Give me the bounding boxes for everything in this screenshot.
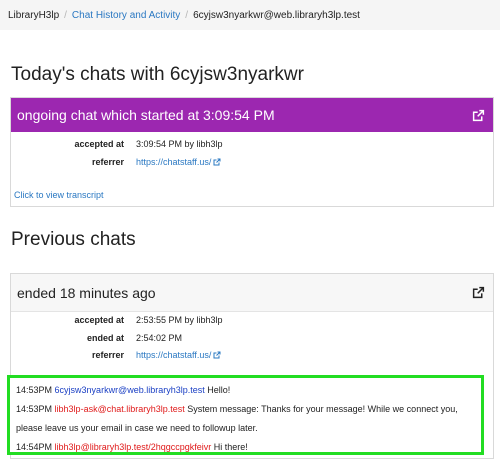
breadcrumb-current: 6cyjsw3nyarkwr@web.libraryh3lp.test [193,9,360,21]
message-time: 14:54PM [16,442,53,452]
transcript-message: 14:53PM libh3lp-ask@chat.libraryh3lp.tes… [16,400,475,419]
breadcrumb-chat-history[interactable]: Chat History and Activity [72,10,180,21]
message-sender: libh3lp@libraryh3lp.test/2hqgccpgkfeivr [54,442,212,452]
accepted-at-value: 2:53:55 PM by libh3lp [136,315,223,325]
accepted-at-label: accepted at [74,315,124,325]
referrer-link[interactable]: https://chatstaff.us/ [136,350,221,360]
referrer-link-text[interactable]: https://chatstaff.us/ [136,350,211,360]
view-transcript-link[interactable]: Click to view transcript [14,190,104,200]
chat-transcript: 14:53PM 6cyjsw3nyarkwr@web.libraryh3lp.t… [7,375,484,455]
breadcrumb-separator: / [64,9,67,21]
external-link-icon [213,158,221,166]
referrer-label: referrer [91,350,124,360]
external-link-icon[interactable] [472,286,485,299]
message-text: System message: Thanks for your message!… [187,404,458,414]
message-sender: libh3lp-ask@chat.libraryh3lp.test [54,404,185,414]
transcript-message: 14:54PM libh3lp@libraryh3lp.test/2hqgccp… [16,438,475,457]
message-sender: 6cyjsw3nyarkwr@web.libraryh3lp.test [54,385,205,395]
message-text: Hi there! [213,442,248,452]
message-text: Hello! [207,385,231,395]
transcript-message: 14:53PM 6cyjsw3nyarkwr@web.libraryh3lp.t… [16,381,475,400]
accepted-at-value: 3:09:54 PM by libh3lp [136,139,223,149]
accepted-at-label: accepted at [74,139,124,149]
previous-chat-header: ended 18 minutes ago [11,274,493,312]
referrer-link-text[interactable]: https://chatstaff.us/ [136,157,211,167]
message-text: please leave us your email in case we ne… [16,423,258,433]
breadcrumb-home[interactable]: LibraryH3lp [8,10,59,21]
breadcrumb: LibraryH3lp / Chat History and Activity … [0,0,500,30]
ended-at-value: 2:54:02 PM [136,333,183,343]
breadcrumb-separator: / [185,9,189,21]
ongoing-chat-title: ongoing chat which started at 3:09:54 PM [17,107,275,123]
previous-chat-title: ended 18 minutes ago [17,284,156,301]
transcript-message-continuation: please leave us your email in case we ne… [16,419,475,438]
external-link-icon [213,351,221,359]
external-link-icon[interactable] [472,109,485,122]
message-time: 14:53PM [16,385,53,395]
ended-at-label: ended at [86,333,124,343]
todays-chats-heading: Today's chats with 6cyjsw3nyarkwr [11,64,304,85]
referrer-link[interactable]: https://chatstaff.us/ [136,157,221,167]
referrer-label: referrer [91,157,124,167]
message-time: 14:53PM [16,404,53,414]
ongoing-chat-header: ongoing chat which started at 3:09:54 PM [11,98,493,132]
previous-chats-heading: Previous chats [11,229,136,250]
